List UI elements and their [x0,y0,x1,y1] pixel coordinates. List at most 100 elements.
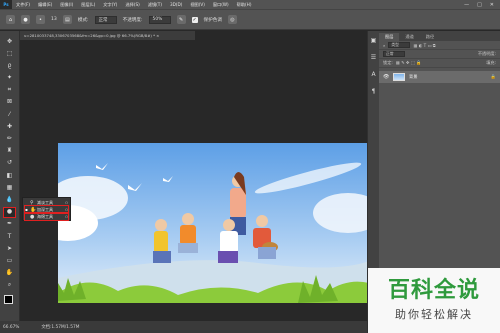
illustration [58,143,369,303]
brush-settings-icon[interactable]: ▤ [62,15,72,24]
tab-paths[interactable]: 路径 [420,33,440,41]
flyout-item-dodge[interactable]: ⚲ 减淡工具 O [25,199,68,206]
dodge-tool-icon: ⚲ [30,199,34,206]
protect-tones-label: 保护色调 [203,17,222,23]
mode-select[interactable]: 正常 [94,15,117,24]
active-bullet-icon: ▪ [25,207,28,212]
frame-tool-icon[interactable]: ⊠ [4,98,15,107]
menu-help[interactable]: 帮助(H) [233,2,256,8]
blend-mode-select[interactable]: 正常 [383,51,405,57]
layer-opacity-label: 不透明度: [477,51,496,56]
close-button[interactable]: ✕ [490,2,494,8]
brush-size-value: 13 [51,17,57,22]
mode-label: 模式: [77,17,89,23]
maximize-button[interactable]: □ [477,2,482,8]
foreground-color-swatch[interactable] [4,295,13,304]
healing-brush-tool-icon[interactable]: ✚ [4,122,15,131]
window-controls: — □ ✕ [464,2,500,8]
sponge-tool-icon[interactable]: ● [3,206,16,218]
document-size: 文档:1.57M/1.57M [41,325,80,330]
eraser-tool-icon[interactable]: ◧ [4,171,15,180]
menu-image[interactable]: 图像(I) [56,2,77,8]
opacity-label: 不透明度: [122,17,143,23]
layer-thumbnail [393,73,405,81]
gradient-tool-icon[interactable]: ▦ [4,183,15,192]
menu-3d[interactable]: 3D(D) [166,2,186,7]
sponge-tool-preset-icon[interactable]: ● [21,15,30,24]
photoshop-logo: Ps [0,0,12,9]
blur-tool-icon[interactable]: 💧 [4,195,15,204]
menu-view[interactable]: 视图(V) [186,2,209,8]
zoom-level[interactable]: 66.67% [3,325,19,330]
properties-panel-icon[interactable]: ☰ [371,54,376,61]
flyout-item-label: 海绵工具 [37,213,53,219]
menu-file[interactable]: 文件(F) [12,2,34,8]
blend-row: 正常 不透明度: [379,50,500,59]
tools-panel: ✥ ⬚ ϱ ✦ ⌗ ⊠ ⁄ ✚ ✏ ♜ ↺ ◧ ▦ 💧 ● ✒ T ➤ ▭ ✋ … [0,31,20,321]
burn-tool-icon: ✋ [30,206,37,213]
history-brush-tool-icon[interactable]: ↺ [4,159,15,168]
watermark-logo: 百科全说 助你轻松解决 [368,268,500,333]
hand-tool-icon[interactable]: ✋ [4,269,15,278]
document-tab[interactable]: u=2810033748,3306703568&fm=26&gp=0.jpg @… [20,31,195,40]
watermark-title: 百科全说 [387,278,480,304]
quick-select-tool-icon[interactable]: ✦ [4,74,15,83]
menu-filter[interactable]: 滤镜(T) [144,2,166,8]
lock-icons[interactable]: ▦ ✎ ✥ ⬚ 🔒 [396,60,421,66]
lock-row: 锁定: ▦ ✎ ✥ ⬚ 🔒 填充: [379,59,500,68]
menu-type[interactable]: 文字(Y) [99,2,121,8]
flyout-item-shortcut: O [65,214,68,219]
document-image[interactable] [58,143,369,303]
flyout-item-burn[interactable]: ▪ ✋ 加深工具 O [24,205,69,214]
sponge-tool-icon: ● [30,213,35,220]
flyout-item-label: 加深工具 [37,206,53,212]
tab-layers[interactable]: 图层 [379,33,400,41]
home-icon[interactable]: ⌂ [6,15,15,24]
layer-name: 背景 [409,74,418,79]
status-bar: 66.67% 文档:1.57M/1.57M [0,321,367,333]
toning-tools-flyout: ⚲ 减淡工具 O ▪ ✋ 加深工具 O ● 海绵工具 O [22,197,71,221]
menu-bar: Ps 文件(F) 编辑(E) 图像(I) 图层(L) 文字(Y) 选择(S) 滤… [0,0,500,9]
character-panel-icon[interactable]: A [371,71,375,78]
clone-stamp-tool-icon[interactable]: ♜ [4,147,15,156]
layer-kind-select[interactable]: 类型 [388,42,411,48]
lock-icon: 🔒 [490,74,496,79]
airbrush-icon[interactable]: ✎ [176,15,186,24]
eye-icon[interactable]: 👁 [383,74,389,80]
tab-channels[interactable]: 通道 [399,33,419,41]
color-swatches[interactable] [4,295,18,309]
move-tool-icon[interactable]: ✥ [4,37,15,46]
flyout-item-label: 减淡工具 [37,199,53,205]
opacity-input[interactable]: 50% [148,15,171,24]
layer-filter-row: ⌕ 类型 ▦ ◐ T ▭ ⧉ [379,41,500,50]
marquee-tool-icon[interactable]: ⬚ [4,49,15,58]
zoom-tool-icon[interactable]: ⌕ [4,281,15,290]
protect-tones-checkbox[interactable]: ✓ [191,16,198,23]
layers-panel-tabs: 图层 通道 路径 [379,31,500,41]
history-panel-icon[interactable]: ▣ [371,37,377,44]
canvas-area[interactable] [20,40,369,321]
menu-layer[interactable]: 图层(L) [77,2,99,8]
shape-tool-icon[interactable]: ▭ [4,256,15,265]
lasso-tool-icon[interactable]: ϱ [4,61,15,70]
path-select-tool-icon[interactable]: ➤ [4,244,15,253]
filter-icons[interactable]: ▦ ◐ T ▭ ⧉ [413,43,435,48]
brush-tool-icon[interactable]: ✏ [4,135,15,144]
menu-window[interactable]: 窗口(W) [209,2,233,8]
menu-select[interactable]: 选择(S) [121,2,143,8]
brush-preset-picker[interactable]: • [36,15,45,24]
layer-row-background[interactable]: 👁 背景 🔒 [379,71,500,83]
eyedropper-tool-icon[interactable]: ⁄ [4,110,15,119]
flyout-item-shortcut: O [65,200,68,205]
paragraph-panel-icon[interactable]: ¶ [372,88,376,95]
watermark-subtitle: 助你轻松解决 [395,307,473,321]
pen-tool-icon[interactable]: ✒ [4,220,15,229]
minimize-button[interactable]: — [464,2,469,8]
lock-label: 锁定: [383,60,393,65]
type-tool-icon[interactable]: T [4,232,15,241]
menu-edit[interactable]: 编辑(E) [34,2,56,8]
pressure-icon[interactable]: ◎ [227,15,237,24]
flyout-item-sponge[interactable]: ● 海绵工具 O [24,212,69,221]
crop-tool-icon[interactable]: ⌗ [4,86,15,95]
search-icon: ⌕ [383,42,386,48]
